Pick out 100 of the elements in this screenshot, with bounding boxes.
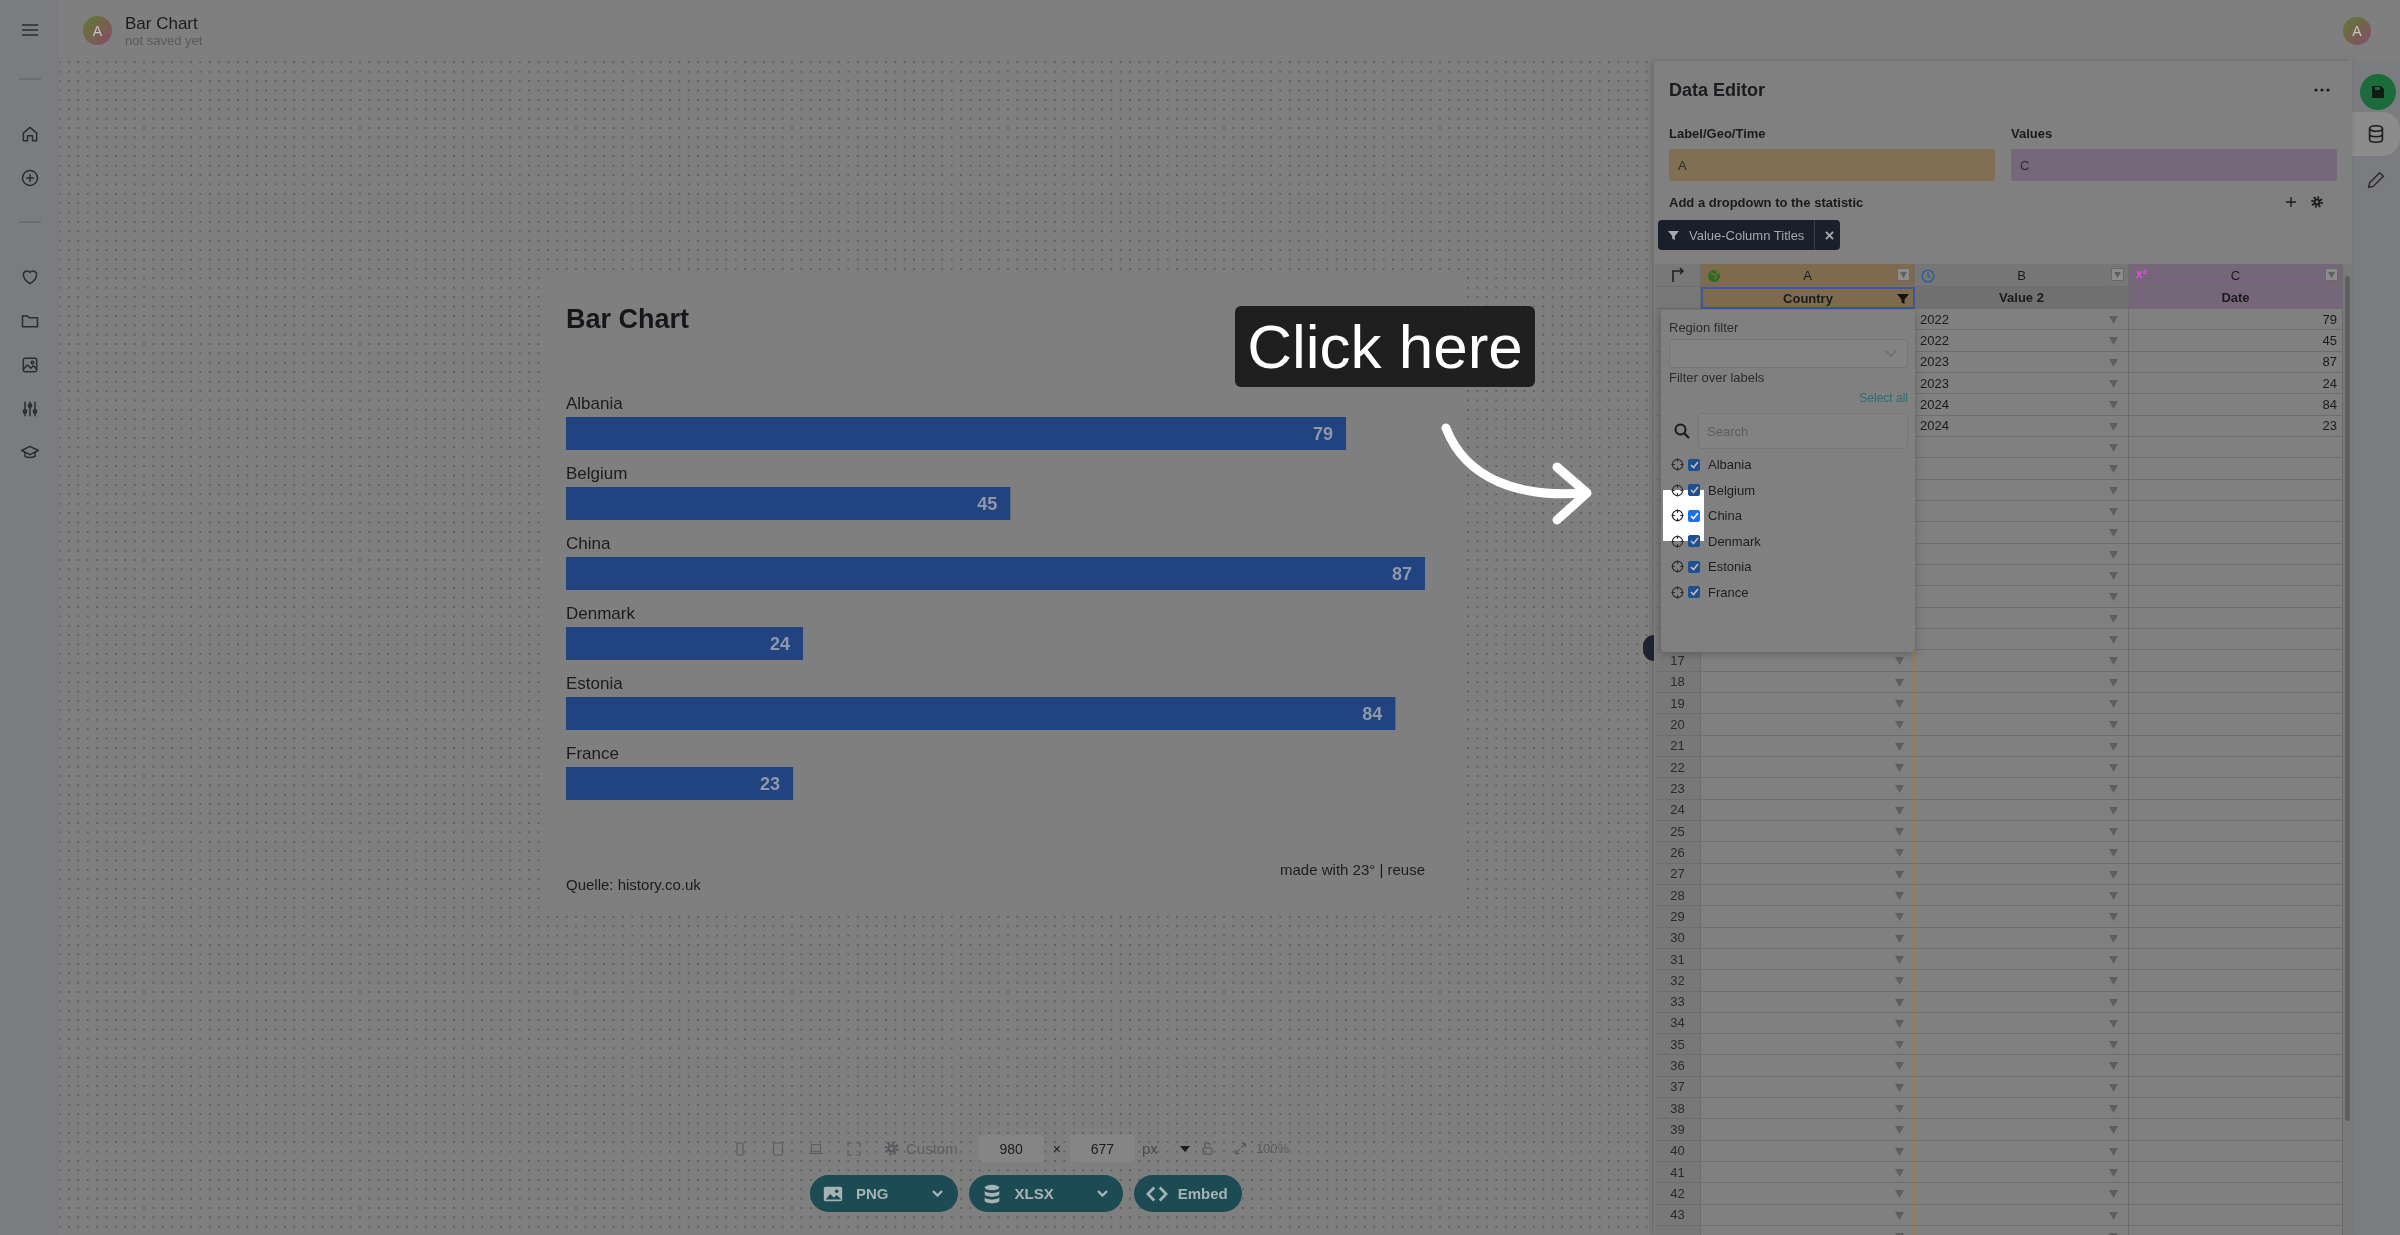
- dropdown-arrow-icon[interactable]: [1895, 1105, 1904, 1114]
- dropdown-arrow-icon[interactable]: [1895, 827, 1904, 836]
- width-field[interactable]: 980: [978, 1135, 1044, 1162]
- dropdown-arrow-icon[interactable]: [2109, 806, 2118, 815]
- dropdown-arrow-icon[interactable]: [1895, 1041, 1904, 1050]
- dropdown-cell[interactable]: [1915, 799, 2129, 821]
- dropdown-arrow-icon[interactable]: [1895, 934, 1904, 943]
- dropdown-cell[interactable]: [1915, 436, 2129, 459]
- dropdown-arrow-icon[interactable]: [2109, 998, 2118, 1007]
- dropdown-arrow-icon[interactable]: [2109, 955, 2118, 964]
- scrollbar[interactable]: [2343, 264, 2352, 1235]
- dropdown-cell[interactable]: [1701, 970, 1915, 992]
- dropdown-arrow-icon[interactable]: [1895, 657, 1904, 666]
- dropdown-cell[interactable]: [1701, 1183, 1915, 1205]
- dropdown-cell[interactable]: [1915, 756, 2129, 779]
- dropdown-cell[interactable]: [1701, 714, 1915, 736]
- credit-note[interactable]: made with 23° | reuse: [1280, 861, 1425, 878]
- dropdown-arrow-icon[interactable]: [2109, 827, 2118, 836]
- save-button[interactable]: [2360, 74, 2396, 110]
- dropdown-cell[interactable]: 2022: [1915, 309, 2129, 331]
- checkbox[interactable]: [1688, 560, 1700, 573]
- dropdown-cell[interactable]: [1701, 1162, 1915, 1184]
- column-menu-button[interactable]: [2325, 268, 2338, 281]
- dropdown-arrow-icon[interactable]: [1895, 913, 1904, 922]
- dropdown-cell[interactable]: [1701, 1140, 1915, 1163]
- dropdown-arrow-icon[interactable]: [2109, 316, 2118, 324]
- dropdown-arrow-icon[interactable]: [2109, 401, 2118, 410]
- dropdown-arrow-icon[interactable]: [2109, 358, 2118, 367]
- dropdown-arrow-icon[interactable]: [1895, 678, 1904, 687]
- dropdown-cell[interactable]: [1701, 799, 1915, 821]
- dropdown-arrow-icon[interactable]: [1895, 1126, 1904, 1135]
- export-button[interactable]: Embed: [1133, 1175, 1242, 1212]
- column-heading[interactable]: Value 2: [1915, 287, 2129, 309]
- dropdown-cell[interactable]: [1701, 1119, 1915, 1141]
- dropdown-arrow-icon[interactable]: [1895, 955, 1904, 964]
- chevron-icon[interactable]: [1095, 1189, 1109, 1198]
- dropdown-cell[interactable]: [1701, 842, 1915, 864]
- dropdown-arrow-icon[interactable]: [2109, 337, 2118, 346]
- lock-icon[interactable]: [1199, 1141, 1215, 1156]
- dropdown-arrow-icon[interactable]: [2109, 1062, 2118, 1071]
- dropdown-cell[interactable]: [1915, 906, 2129, 928]
- dropdown-cell[interactable]: [1701, 650, 1915, 672]
- dropdown-arrow-icon[interactable]: [2109, 657, 2118, 666]
- dropdown-arrow-icon[interactable]: [1895, 721, 1904, 730]
- dropdown-arrow-icon[interactable]: [1895, 849, 1904, 858]
- dropdown-arrow-icon[interactable]: [2109, 1147, 2118, 1156]
- add-icon[interactable]: [2286, 197, 2296, 207]
- transpose-icon[interactable]: [1669, 267, 1686, 283]
- collapse-handle[interactable]: [1643, 635, 1654, 661]
- dropdown-cell[interactable]: [1915, 564, 2129, 587]
- dropdown-arrow-icon[interactable]: [1895, 806, 1904, 815]
- dropdown-arrow-icon[interactable]: [1895, 1211, 1904, 1220]
- dropdown-cell[interactable]: [1915, 1076, 2129, 1099]
- dropdown-arrow-icon[interactable]: [2109, 380, 2118, 388]
- dropdown-cell[interactable]: [1701, 671, 1915, 693]
- dropdown-cell[interactable]: [1701, 1034, 1915, 1056]
- dropdown-cell[interactable]: [1701, 1012, 1915, 1035]
- dropdown-arrow-icon[interactable]: [2109, 1105, 2118, 1114]
- dropdown-cell[interactable]: [1915, 842, 2129, 864]
- dropdown-arrow-icon[interactable]: [2109, 934, 2118, 943]
- dropdown-cell[interactable]: [1915, 735, 2129, 757]
- checkbox[interactable]: [1688, 484, 1700, 497]
- export-button[interactable]: PNG: [810, 1175, 958, 1212]
- dropdown-cell[interactable]: 2022: [1915, 330, 2129, 352]
- dropdown-arrow-icon[interactable]: [2109, 1169, 2118, 1178]
- dropdown-cell[interactable]: [1915, 586, 2129, 608]
- dropdown-arrow-icon[interactable]: [2109, 507, 2118, 516]
- dropdown-arrow-icon[interactable]: [2109, 785, 2118, 794]
- dropdown-cell[interactable]: [1701, 948, 1915, 971]
- export-button[interactable]: XLSX: [968, 1175, 1123, 1212]
- crosshair-icon[interactable]: [1671, 509, 1684, 523]
- settings-icon[interactable]: [2310, 195, 2324, 209]
- filter-icon[interactable]: [1897, 293, 1909, 305]
- dropdown-cell[interactable]: [1915, 500, 2129, 523]
- dropdown-arrow-icon[interactable]: [2109, 891, 2118, 900]
- crosshair-icon[interactable]: [1671, 534, 1684, 548]
- fullscreen-icon[interactable]: [845, 1139, 863, 1158]
- dropdown-cell[interactable]: [1915, 1119, 2129, 1141]
- dropdown-cell[interactable]: [1915, 671, 2129, 693]
- checkbox[interactable]: [1688, 458, 1700, 471]
- add-icon[interactable]: [19, 168, 40, 188]
- dropdown-arrow-icon[interactable]: [2109, 571, 2118, 580]
- dropdown-arrow-icon[interactable]: [2109, 742, 2118, 751]
- dropdown-cell[interactable]: [1701, 863, 1915, 885]
- dropdown-cell[interactable]: [1915, 991, 2129, 1013]
- dropdown-arrow-icon[interactable]: [1895, 1147, 1904, 1156]
- dropdown-arrow-icon[interactable]: [1895, 1019, 1904, 1028]
- mapping-field[interactable]: A: [1669, 149, 1995, 181]
- dropdown-cell[interactable]: [1915, 479, 2129, 501]
- height-field[interactable]: 677: [1069, 1135, 1135, 1162]
- dropdown-cell[interactable]: [1701, 820, 1915, 843]
- dropdown-cell[interactable]: [1915, 884, 2129, 907]
- dropdown-arrow-icon[interactable]: [1895, 742, 1904, 751]
- dropdown-arrow-icon[interactable]: [2109, 422, 2118, 431]
- dropdown-arrow-icon[interactable]: [2109, 763, 2118, 772]
- dropdown-cell[interactable]: [1915, 927, 2129, 949]
- dropdown-cell[interactable]: [1701, 1204, 1915, 1227]
- data-tab[interactable]: [2352, 112, 2400, 156]
- dropdown-cell[interactable]: [1701, 991, 1915, 1013]
- dropdown-cell[interactable]: 2024: [1915, 394, 2129, 416]
